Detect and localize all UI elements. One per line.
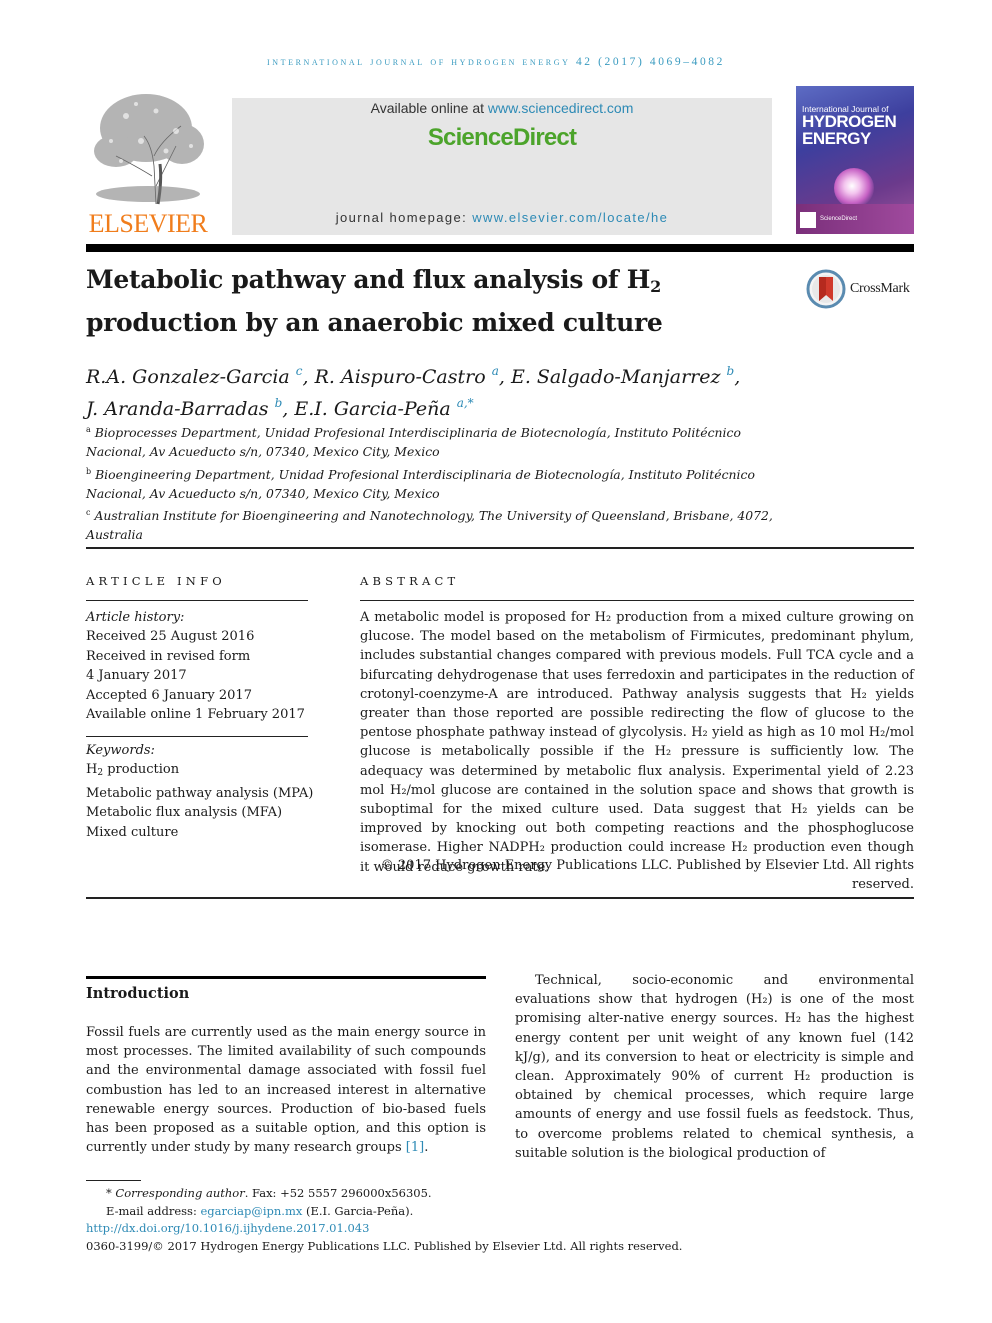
keywords-rule bbox=[86, 736, 308, 738]
keyword-item: Mixed culture bbox=[86, 824, 179, 840]
journal-homepage-text: journal homepage: www.elsevier.com/locat… bbox=[335, 210, 669, 225]
email-link[interactable]: egarciap@ipn.mx bbox=[200, 1204, 302, 1218]
sciencedirect-link[interactable]: www.sciencedirect.com bbox=[488, 100, 634, 116]
author[interactable]: R. Aispuro-Castro a bbox=[315, 364, 499, 388]
cover-orb-graphic bbox=[834, 168, 874, 208]
journal-cover-image[interactable]: International Journal of HYDROGEN ENERGY… bbox=[796, 86, 914, 234]
crossmark-icon bbox=[806, 269, 846, 309]
keyword-item: Metabolic pathway analysis (MPA) bbox=[86, 785, 314, 801]
crossmark-label[interactable]: CrossMark bbox=[850, 281, 910, 297]
header-divider bbox=[86, 547, 914, 549]
affiliation-item: a Bioprocesses Department, Unidad Profes… bbox=[86, 425, 741, 460]
keywords-label: Keywords: bbox=[86, 743, 155, 758]
reference-link[interactable]: [1] bbox=[406, 1140, 424, 1155]
issn-copyright: 0360-3199/© 2017 Hydrogen Energy Publica… bbox=[86, 1238, 683, 1253]
corresponding-author-note: * Corresponding author. Fax: +52 5557 29… bbox=[106, 1186, 432, 1200]
history-label: Article history: bbox=[86, 610, 185, 625]
affiliation-marker[interactable]: c bbox=[296, 364, 303, 378]
crossmark-button[interactable] bbox=[806, 269, 846, 309]
sciencedirect-banner: Available online at www.sciencedirect.co… bbox=[232, 98, 772, 235]
author[interactable]: J. Aranda-Barradas b bbox=[86, 396, 282, 420]
history-item: Available online 1 February 2017 bbox=[86, 707, 305, 723]
abstract-heading: ABSTRACT bbox=[360, 574, 460, 588]
abstract-rule bbox=[360, 600, 914, 602]
author[interactable]: R.A. Gonzalez-Garcia c bbox=[86, 364, 303, 388]
keywords: Keywords: H2 production Metabolic pathwa… bbox=[86, 741, 316, 842]
email-note: E-mail address: egarciap@ipn.mx (E.I. Ga… bbox=[106, 1203, 414, 1218]
history-item: Accepted 6 January 2017 bbox=[86, 687, 252, 703]
affiliation-marker[interactable]: a,* bbox=[457, 396, 474, 410]
abstract-text: A metabolic model is proposed for H₂ pro… bbox=[360, 610, 914, 875]
article-info-heading: ARTICLE INFO bbox=[86, 574, 226, 588]
introduction-heading: Introduction bbox=[86, 985, 190, 1002]
history-item: Received 25 August 2016 bbox=[86, 629, 255, 645]
history-item: 4 January 2017 bbox=[86, 668, 187, 684]
article-info-rule bbox=[86, 600, 308, 602]
author[interactable]: E.I. Garcia-Peña a,* bbox=[294, 396, 474, 420]
keyword-item: Metabolic flux analysis (MFA) bbox=[86, 805, 283, 821]
article-title: Metabolic pathway and flux analysis of H… bbox=[86, 265, 663, 337]
affiliations: a Bioprocesses Department, Unidad Profes… bbox=[86, 420, 786, 545]
abstract-copyright: © 2017 Hydrogen Energy Publications LLC.… bbox=[380, 858, 914, 893]
keyword-item: H2 production bbox=[86, 762, 180, 779]
affiliation-marker[interactable]: a bbox=[492, 364, 499, 378]
introduction-paragraph-2: Technical, socio-economic and environmen… bbox=[515, 973, 914, 1161]
article-history: Article history: Received 25 August 2016… bbox=[86, 608, 316, 724]
history-item: Received in revised form bbox=[86, 648, 251, 664]
footnote-rule bbox=[86, 1180, 141, 1181]
tree-icon bbox=[94, 94, 204, 205]
elsevier-wordmark: ELSEVIER bbox=[88, 209, 208, 238]
affiliation-item: b Bioengineering Department, Unidad Prof… bbox=[86, 466, 755, 501]
author-list: R.A. Gonzalez-Garcia c, R. Aispuro-Castr… bbox=[86, 364, 741, 420]
cover-title-large: HYDROGEN ENERGY bbox=[802, 112, 897, 148]
sciencedirect-logo[interactable]: ScienceDirect bbox=[232, 124, 772, 152]
doi-line: http://dx.doi.org/10.1016/j.ijhydene.201… bbox=[86, 1220, 786, 1238]
author[interactable]: E. Salgado-Manjarrez b bbox=[511, 364, 734, 388]
footnotes: * Corresponding author. Fax: +52 5557 29… bbox=[86, 1185, 786, 1255]
introduction-paragraph-1: Fossil fuels are currently used as the m… bbox=[86, 1025, 486, 1156]
introduction-rule bbox=[86, 976, 486, 979]
affiliation-item: c Australian Institute for Bioengineerin… bbox=[86, 508, 773, 543]
masthead-divider bbox=[86, 244, 914, 252]
abstract-divider bbox=[86, 897, 914, 899]
doi-link[interactable]: http://dx.doi.org/10.1016/j.ijhydene.201… bbox=[86, 1221, 369, 1235]
running-header: INTERNATIONAL JOURNAL OF HYDROGEN ENERGY… bbox=[266, 56, 726, 68]
available-online-text: Available online at www.sciencedirect.co… bbox=[370, 100, 634, 116]
cover-footer-text: ScienceDirect bbox=[820, 216, 858, 222]
cover-publisher-badge bbox=[800, 212, 816, 228]
journal-homepage-link[interactable]: www.elsevier.com/locate/he bbox=[472, 210, 668, 225]
